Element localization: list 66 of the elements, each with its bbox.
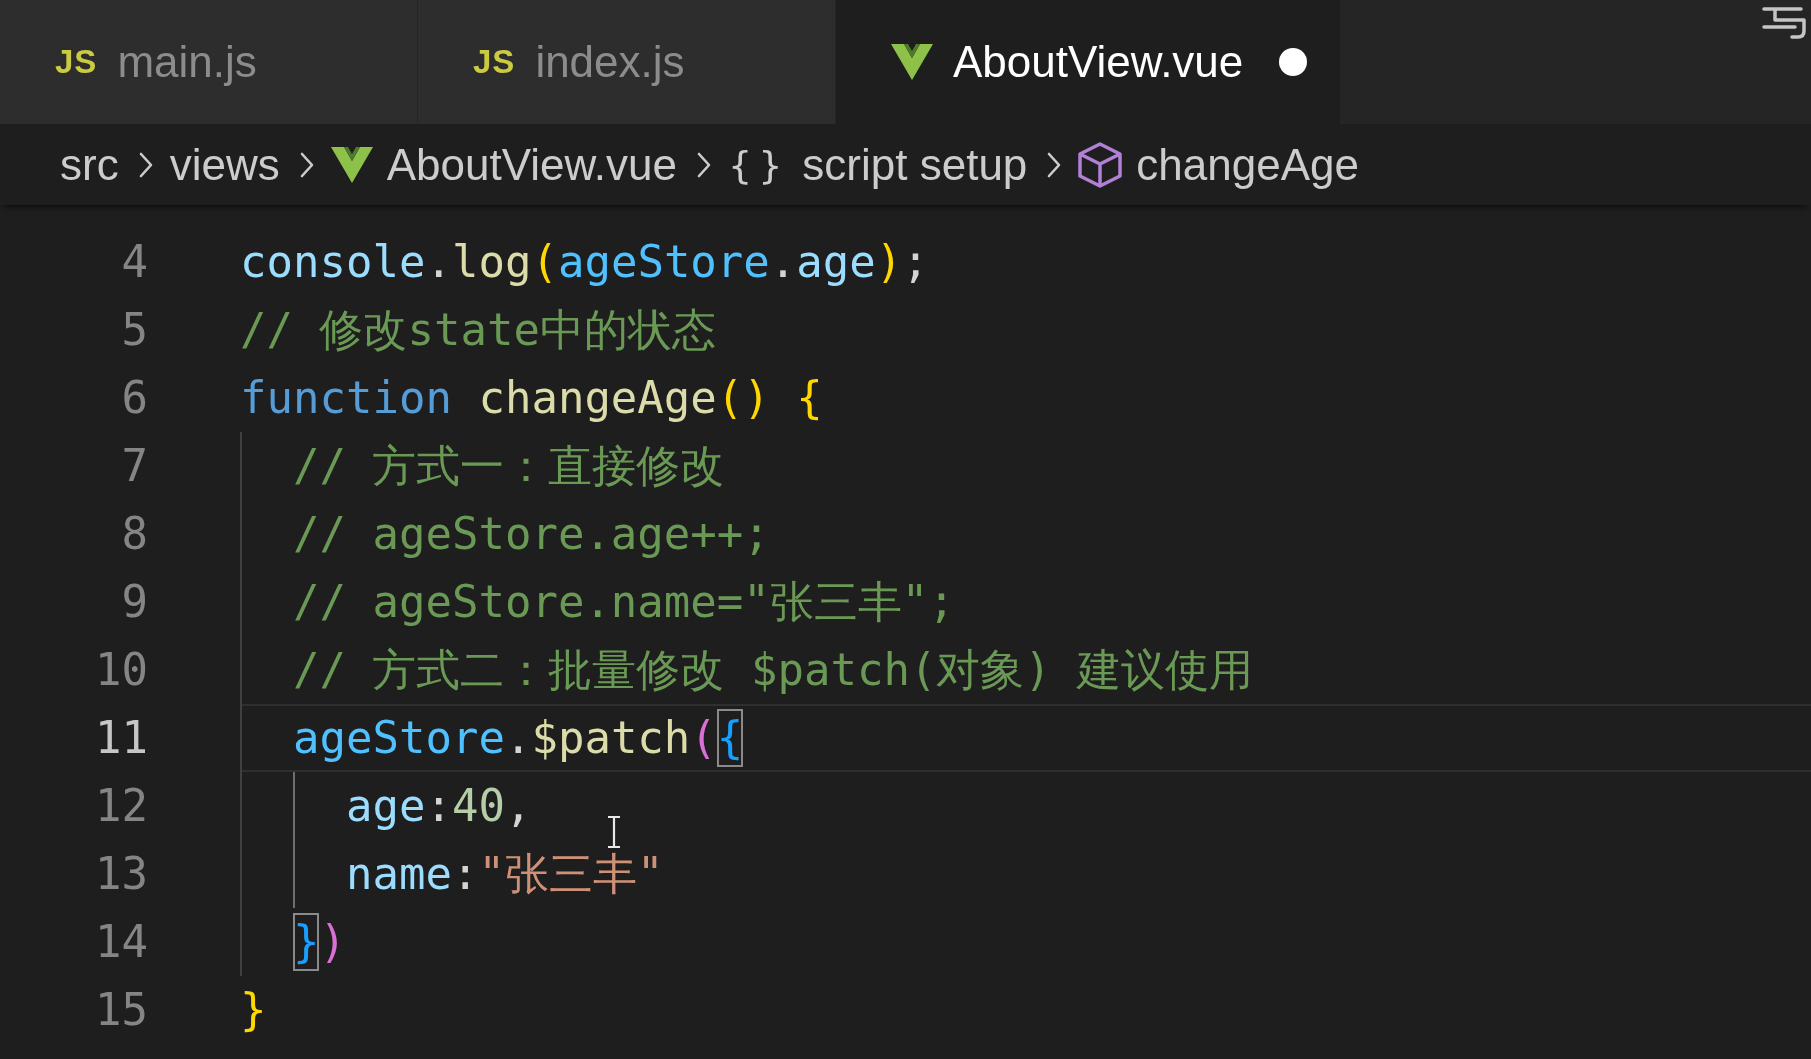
line-number: 11 <box>95 711 148 765</box>
breadcrumb-item[interactable]: {} script setup <box>728 139 1028 190</box>
chevron-right-icon <box>1047 151 1062 178</box>
line-number: 5 <box>121 303 148 357</box>
code-comment: // ageStore.age++; <box>293 507 770 561</box>
breadcrumb-item[interactable]: src <box>60 139 119 190</box>
line-number: 9 <box>121 575 148 629</box>
line-number: 4 <box>121 235 148 289</box>
bracket: ) <box>743 371 770 425</box>
file-type-label: JS <box>473 43 516 81</box>
breadcrumb-item[interactable]: AboutView.vue <box>330 139 677 190</box>
bracket: ( <box>531 235 558 289</box>
property-name: name <box>345 847 452 901</box>
code-comment: // 方式一：直接修改 <box>293 439 725 493</box>
cube-icon <box>1078 141 1123 188</box>
editor-tab[interactable]: JS index.js <box>418 0 836 124</box>
property-name: age <box>796 235 876 289</box>
function-name: log <box>451 235 532 289</box>
code-comment: // ageStore.name="张三丰"; <box>293 575 955 629</box>
number-literal: 40 <box>451 779 505 833</box>
punctuation: ; <box>902 235 929 289</box>
split-editor-icon[interactable] <box>1761 6 1807 40</box>
punctuation: . <box>504 711 532 765</box>
punctuation: , <box>504 779 532 833</box>
bracket: { <box>796 371 823 425</box>
breadcrumb-item[interactable]: changeAge <box>1078 139 1359 190</box>
bracket: } <box>293 913 320 971</box>
bracket: ( <box>690 711 717 765</box>
bracket: { <box>716 709 744 767</box>
variable-name: console <box>240 235 426 289</box>
editor-tab[interactable]: JS main.js <box>0 0 418 124</box>
bracket: } <box>240 983 267 1037</box>
editor-tab[interactable]: AboutView.vue <box>836 0 1342 124</box>
property-name: age <box>345 779 426 833</box>
vue-file-icon <box>891 44 933 80</box>
line-number: 14 <box>95 915 148 969</box>
line-number: 15 <box>95 983 148 1037</box>
line-number: 10 <box>95 643 148 697</box>
text-cursor-icon <box>606 815 622 849</box>
constant-name: ageStore <box>557 235 770 289</box>
bracket: ( <box>716 371 744 425</box>
line-number: 7 <box>121 439 148 493</box>
breadcrumb-item[interactable]: views <box>169 139 280 190</box>
punctuation: . <box>425 235 452 289</box>
line-number: 12 <box>95 779 148 833</box>
punctuation: : <box>425 779 452 833</box>
punctuation: . <box>769 235 797 289</box>
chevron-right-icon <box>299 151 314 178</box>
bracket: ) <box>875 235 903 289</box>
line-number: 13 <box>95 847 148 901</box>
function-name: $patch <box>531 711 691 765</box>
punctuation: : <box>451 847 479 901</box>
chevron-right-icon <box>697 151 711 178</box>
string-literal: "张三丰" <box>478 847 664 901</box>
function-name: changeAge <box>478 371 717 425</box>
braces-symbol: {} <box>728 142 789 187</box>
keyword: function <box>240 371 452 425</box>
bracket: ) <box>319 915 346 969</box>
line-number: 8 <box>121 507 148 561</box>
vue-file-icon <box>330 146 373 183</box>
file-type-label: JS <box>55 43 98 81</box>
code-comment: // 方式二：批量修改 $patch(对象) 建议使用 <box>293 643 1254 697</box>
constant-name: ageStore <box>293 711 505 765</box>
code-comment: // 修改state中的状态 <box>240 303 716 357</box>
chevron-right-icon <box>138 151 153 178</box>
line-number: 6 <box>121 371 148 425</box>
